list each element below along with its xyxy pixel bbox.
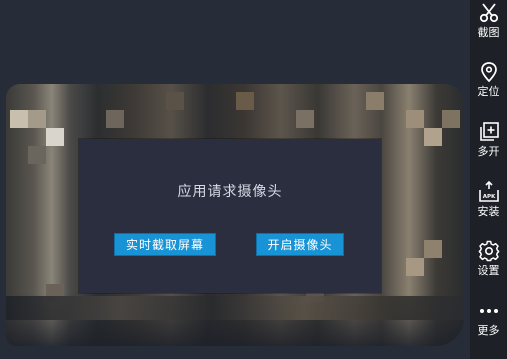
sidebar-item-label: 设置: [477, 264, 500, 277]
mosaic-block: [366, 92, 384, 110]
apk-install-icon: APK: [478, 181, 499, 202]
sidebar-item-install[interactable]: APK 安装: [470, 181, 507, 229]
emulator-viewport[interactable]: › 应用请求摄像头 实时截取屏幕 开启摄像头: [0, 0, 470, 359]
location-pin-icon: [480, 62, 497, 83]
more-dots-icon: [479, 309, 498, 313]
gear-icon: [478, 240, 499, 262]
mosaic-block: [166, 92, 184, 110]
right-toolbar: 截图 定位 多开 APK 安装 设置 更多: [470, 0, 507, 359]
sidebar-item-screenshot[interactable]: 截图: [470, 2, 507, 50]
mosaic-block: [28, 110, 46, 128]
mosaic-block: [28, 146, 46, 164]
mosaic-block: [106, 110, 124, 128]
open-camera-button[interactable]: 开启摄像头: [256, 233, 344, 256]
mosaic-block: [10, 110, 28, 128]
capture-screen-button[interactable]: 实时截取屏幕: [114, 233, 216, 256]
mosaic-block: [46, 128, 64, 146]
sidebar-item-location[interactable]: 定位: [470, 61, 507, 109]
mosaic-block: [442, 110, 460, 128]
mosaic-block: [424, 128, 442, 146]
mosaic-block: [236, 92, 254, 110]
sidebar-item-label: 截图: [477, 26, 500, 39]
mosaic-block: [406, 258, 424, 276]
sidebar-item-settings[interactable]: 设置: [470, 240, 507, 288]
sidebar-item-label: 多开: [477, 145, 500, 158]
emulator-window: › 应用请求摄像头 实时截取屏幕 开启摄像头 截图 定位: [0, 0, 507, 359]
dialog-title: 应用请求摄像头: [177, 184, 283, 200]
sidebar-item-more[interactable]: 更多: [470, 300, 507, 348]
sidebar-item-label: 安装: [477, 205, 500, 218]
sidebar-item-label: 定位: [477, 85, 500, 98]
mosaic-block: [296, 110, 314, 128]
mosaic-block: [424, 240, 442, 258]
multi-window-icon: [479, 122, 499, 141]
sidebar-item-multi-instance[interactable]: 多开: [470, 121, 507, 169]
mosaic-strip: [6, 296, 464, 320]
sidebar-item-label: 更多: [477, 324, 500, 337]
mosaic-block: [406, 110, 424, 128]
svg-text:APK: APK: [482, 194, 495, 200]
scissors-icon: [479, 3, 498, 23]
camera-request-dialog: 应用请求摄像头 实时截取屏幕 开启摄像头: [79, 139, 381, 293]
